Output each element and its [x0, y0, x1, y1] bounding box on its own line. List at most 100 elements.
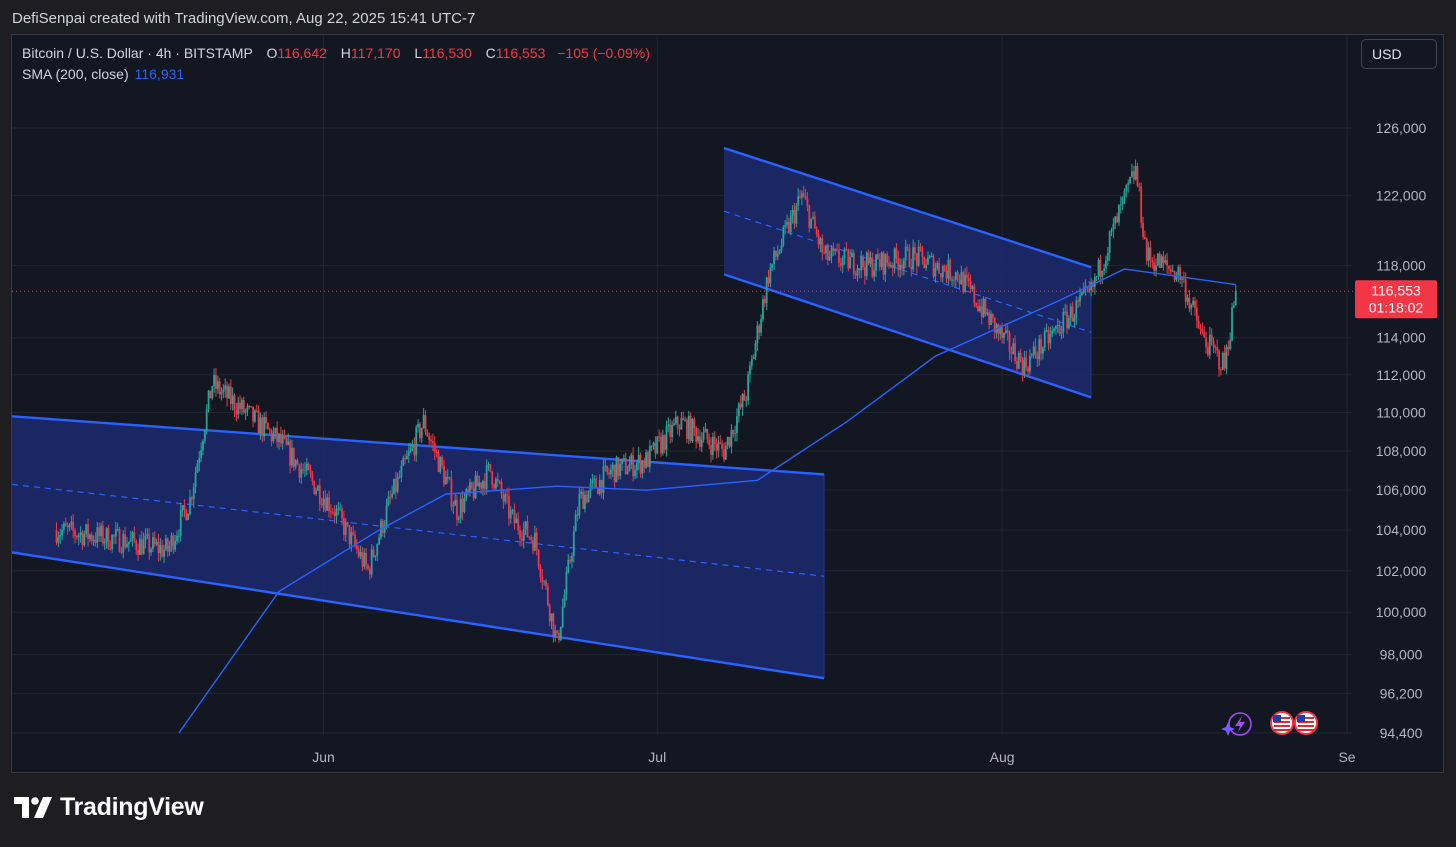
- candle-body: [1221, 352, 1224, 370]
- candle-body: [762, 299, 764, 320]
- candle-body: [934, 268, 937, 277]
- candle-body: [241, 399, 243, 410]
- candle-body: [1093, 276, 1096, 287]
- candle-body: [1034, 346, 1037, 356]
- candle-body: [450, 478, 453, 507]
- candle-body: [478, 482, 481, 487]
- candle-body: [161, 545, 164, 557]
- candle-body: [1227, 346, 1230, 350]
- candle-body: [333, 512, 336, 517]
- candle-body: [608, 472, 610, 475]
- candle-body: [889, 264, 892, 267]
- candle-body: [500, 481, 503, 494]
- candle-body: [851, 253, 853, 257]
- candle-body: [1040, 339, 1042, 354]
- candle-body: [986, 312, 989, 315]
- candle-body: [862, 256, 864, 268]
- candle-body: [252, 406, 254, 422]
- y-tick-label: 102,000: [1376, 563, 1427, 579]
- candle-body: [367, 564, 369, 569]
- candle-body: [739, 403, 742, 408]
- sma-value: 116,931: [134, 66, 185, 82]
- ohlc-legend: Bitcoin / U.S. Dollar · 4h · BITSTAMP O1…: [22, 45, 650, 61]
- candle-body: [1114, 216, 1117, 224]
- candle-body: [765, 277, 768, 304]
- candle-body: [648, 445, 651, 467]
- candle-body: [680, 418, 683, 430]
- price-chart[interactable]: 126,000 122,000 118,000 114,000 112,000 110,0…: [12, 35, 1443, 772]
- candle-body: [580, 491, 583, 495]
- candle-body: [350, 532, 353, 545]
- candle-body: [276, 427, 279, 443]
- candle-body: [886, 254, 889, 263]
- candle-body: [413, 444, 416, 456]
- candle-body: [782, 226, 785, 246]
- candle-body: [1220, 369, 1222, 371]
- tradingview-logo[interactable]: TradingView: [14, 793, 204, 822]
- candle-body: [109, 548, 112, 550]
- candle-body: [272, 433, 275, 442]
- candle-body: [990, 313, 992, 325]
- candle-body: [991, 313, 994, 318]
- candle-body: [867, 252, 870, 264]
- y-tick-label: 126,000: [1376, 120, 1427, 136]
- candle-body: [604, 465, 607, 467]
- currency-button[interactable]: USD: [1361, 39, 1437, 69]
- candle-body: [674, 416, 677, 424]
- candle-body: [693, 419, 696, 429]
- candle-body: [344, 522, 347, 536]
- candle-body: [927, 257, 929, 265]
- candle-body: [1119, 204, 1122, 206]
- candle-body: [216, 381, 219, 389]
- candle-body: [928, 256, 931, 258]
- candle-body: [556, 630, 559, 633]
- x-tick-label: Se: [1338, 749, 1355, 765]
- candle-body: [192, 486, 195, 500]
- candle-body: [1123, 190, 1126, 198]
- candle-body: [75, 536, 78, 538]
- chart-panel[interactable]: 126,000 122,000 118,000 114,000 112,000 110,0…: [11, 34, 1444, 773]
- candle-body: [519, 530, 521, 539]
- y-tick-label: 112,000: [1376, 367, 1426, 383]
- candle-body: [174, 540, 177, 550]
- candle-body: [504, 494, 507, 502]
- candle-body: [1168, 265, 1170, 269]
- candle-body: [576, 514, 579, 516]
- symbol-title[interactable]: Bitcoin / U.S. Dollar · 4h · BITSTAMP: [22, 45, 253, 61]
- candle-body: [750, 359, 753, 366]
- candle-body: [965, 274, 968, 278]
- candle-body: [250, 406, 253, 408]
- candle-body: [567, 559, 570, 573]
- candle-body: [634, 470, 636, 477]
- candle-body: [63, 523, 65, 530]
- candle-body: [1169, 268, 1172, 272]
- candle-body: [381, 520, 384, 533]
- sma-label: SMA (200, close): [22, 66, 129, 82]
- candle-body: [943, 266, 946, 271]
- us-flag-event-icon[interactable]: [1270, 711, 1294, 735]
- candle-body: [363, 552, 366, 567]
- candle-body: [355, 545, 358, 550]
- candle-body: [1045, 330, 1048, 332]
- sma-legend[interactable]: SMA (200, close) 116,931: [22, 66, 184, 82]
- candle-body: [255, 410, 258, 412]
- candle-body: [578, 494, 581, 516]
- candle-body: [190, 497, 193, 500]
- candle-body: [313, 481, 316, 495]
- candle-body: [1223, 352, 1226, 369]
- candle-body: [925, 264, 928, 269]
- candle-body: [155, 542, 158, 545]
- candle-body: [1051, 330, 1054, 334]
- candle-body: [72, 521, 75, 531]
- candle-body: [163, 549, 165, 557]
- candle-body: [387, 496, 390, 506]
- candle-body: [365, 552, 368, 565]
- candle-body: [1131, 171, 1133, 177]
- candle-body: [485, 465, 488, 490]
- us-flag-event-icon[interactable]: [1294, 711, 1318, 735]
- y-tick-label: 100,000: [1376, 604, 1427, 620]
- candle-body: [823, 252, 826, 254]
- candle-body: [296, 460, 299, 465]
- candle-body: [135, 541, 138, 551]
- y-tick-label: 118,000: [1376, 257, 1426, 273]
